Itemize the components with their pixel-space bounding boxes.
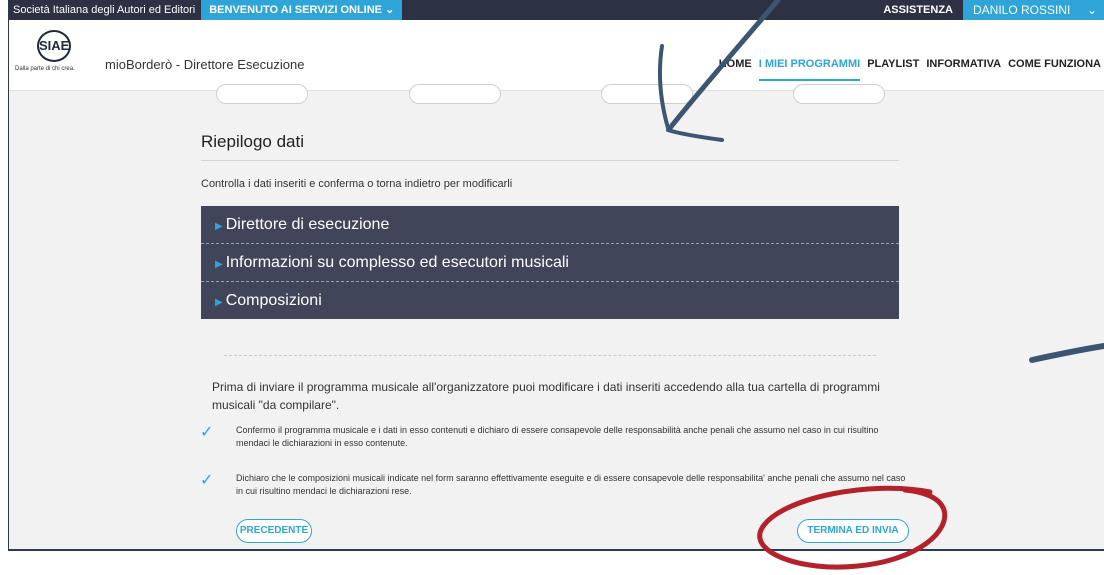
logo-tagline: Dalla parte di chi crea. — [15, 66, 75, 72]
checkbox-label: Dichiaro che le composizioni musicali in… — [236, 473, 906, 496]
caret-right-icon: ▶ — [215, 259, 223, 270]
org-name: Società Italiana degli Autori ed Editori — [13, 4, 196, 16]
step-pill — [409, 84, 501, 104]
step-pill — [601, 84, 693, 104]
progress-stepper — [9, 84, 1104, 108]
step-pill — [216, 84, 308, 104]
previous-button[interactable]: PRECEDENTE — [236, 519, 312, 543]
welcome-menu[interactable]: BENVENUTO AI SERVIZI ONLINE ⌄ — [201, 0, 403, 20]
site-header: SIAE Dalla parte di chi crea. mioBorderò… — [9, 20, 1104, 91]
intro-text: Prima di inviare il programma musicale a… — [212, 380, 880, 412]
chevron-down-icon: ⌄ — [385, 4, 395, 16]
user-name: DANILO ROSSINI — [973, 3, 1071, 17]
page-subtitle: Controlla i dati inseriti e conferma o t… — [201, 178, 513, 190]
nav-playlist[interactable]: PLAYLIST — [867, 58, 919, 81]
main-nav: HOME I MIEI PROGRAMMI PLAYLIST INFORMATI… — [719, 58, 1101, 81]
page-title: Riepilogo dati — [201, 132, 899, 161]
summary-accordion: ▶ Direttore di esecuzione ▶ Informazioni s… — [201, 206, 899, 319]
accordion-item-ensemble[interactable]: ▶ Informazioni su complesso ed esecutori … — [201, 244, 899, 282]
welcome-label: BENVENUTO AI SERVIZI ONLINE — [209, 4, 383, 16]
siae-logo[interactable]: SIAE Dalla parte di chi crea. — [15, 30, 95, 80]
chevron-down-icon: ⌄ — [1086, 3, 1097, 17]
assistance-link[interactable]: ASSISTENZA — [873, 4, 963, 16]
nav-my-programs[interactable]: I MIEI PROGRAMMI — [758, 58, 861, 81]
accordion-item-director[interactable]: ▶ Direttore di esecuzione — [201, 206, 899, 244]
top-bar: Società Italiana degli Autori ed Editori… — [9, 0, 1104, 20]
accordion-label: Direttore di esecuzione — [225, 216, 390, 233]
app-title: mioBorderò - Direttore Esecuzione — [105, 57, 305, 72]
accordion-label: Informazioni su complesso ed esecutori m… — [225, 254, 569, 271]
nav-home[interactable]: HOME — [719, 58, 752, 81]
check-icon: ✓ — [200, 424, 214, 441]
logo-mark: SIAE — [37, 30, 71, 62]
caret-right-icon: ▶ — [215, 221, 223, 232]
nav-informativa[interactable]: INFORMATIVA — [926, 58, 1001, 81]
accordion-label: Composizioni — [225, 292, 322, 309]
user-menu[interactable]: DANILO ROSSINI ⌄ — [963, 0, 1104, 20]
divider — [224, 355, 876, 356]
submit-button[interactable]: TERMINA ED INVIA — [797, 519, 909, 543]
caret-right-icon: ▶ — [215, 297, 223, 308]
check-icon: ✓ — [200, 472, 214, 489]
step-pill — [793, 84, 885, 104]
checkbox-label: Confermo il programma musicale e i dati … — [236, 425, 879, 448]
nav-how-it-works[interactable]: COME FUNZIONA — [1008, 58, 1101, 81]
accordion-item-compositions[interactable]: ▶ Composizioni — [201, 282, 899, 319]
summary-header: Riepilogo dati Controlla i dati inseriti… — [201, 132, 899, 190]
